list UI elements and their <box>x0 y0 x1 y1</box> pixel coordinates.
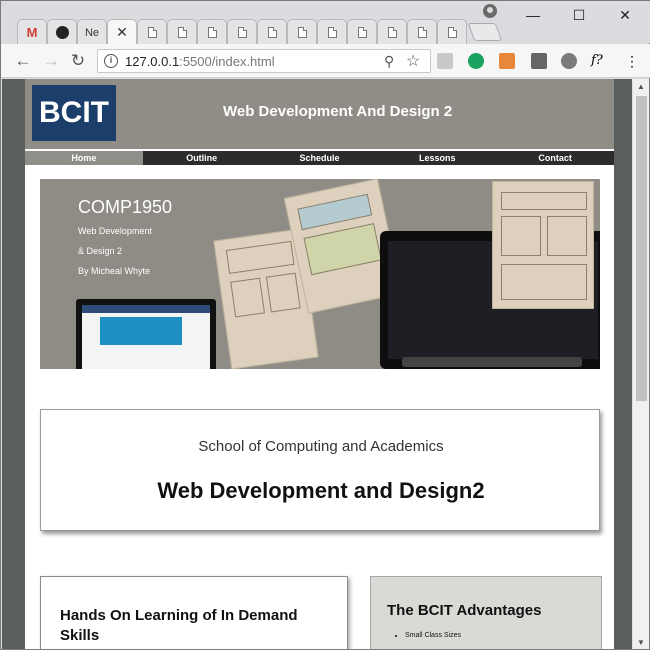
intro-box: School of Computing and Academics Web De… <box>40 409 600 531</box>
tab-active[interactable]: ✕ <box>107 19 137 45</box>
doc-icon <box>237 27 247 38</box>
dock-image <box>402 357 582 367</box>
tab-doc[interactable] <box>317 19 347 45</box>
laptop-screen-hero <box>100 317 182 345</box>
tab-doc[interactable] <box>377 19 407 45</box>
hero-line3: By Micheal Whyte <box>78 266 151 276</box>
site-title: Web Development And Design 2 <box>223 103 453 120</box>
sketch-box <box>230 277 265 318</box>
page-viewport: BCIT Web Development And Design 2 Home O… <box>2 79 632 649</box>
address-bar[interactable]: i 127.0.0.1:5500/index.html ⚲ ☆ <box>97 49 431 73</box>
grammarly-extension-icon[interactable] <box>468 53 484 69</box>
sketch-box <box>501 264 587 300</box>
advantages-list: Small Class Sizes <box>405 632 461 639</box>
tab-label: Ne <box>84 26 100 39</box>
back-arrow-icon[interactable]: ← <box>13 51 33 71</box>
tab-doc[interactable] <box>287 19 317 45</box>
hero-line2: & Design 2 <box>78 246 123 256</box>
intro-headline: Web Development and Design2 <box>157 478 485 503</box>
browser-window: M Ne ✕ — ☐ ✕ ← → ↻ i 127.0.0.1:5500/inde… <box>0 0 650 650</box>
nav-home[interactable]: Home <box>25 151 143 165</box>
url-path: :5500/index.html <box>179 54 275 69</box>
tab-strip: M Ne ✕ — ☐ ✕ <box>1 1 650 45</box>
doc-icon <box>297 27 307 38</box>
url-text[interactable]: 127.0.0.1:5500/index.html <box>125 54 275 69</box>
advantages-card: The BCIT Advantages Small Class Sizes <box>370 576 602 649</box>
extension-icon[interactable] <box>499 53 515 69</box>
hero-banner: COMP1950 Web Development & Design 2 By M… <box>40 179 600 369</box>
info-icon[interactable]: i <box>104 54 118 68</box>
doc-icon <box>387 27 397 38</box>
tab-doc[interactable] <box>167 19 197 45</box>
doc-icon <box>147 27 157 38</box>
function-extension-icon[interactable]: f? <box>591 53 607 69</box>
eyedropper-extension-icon[interactable] <box>531 53 547 69</box>
scroll-up-arrow-icon[interactable]: ▲ <box>637 82 645 91</box>
laptop-screen <box>82 305 210 369</box>
url-host: 127.0.0.1 <box>125 54 180 69</box>
minimize-button[interactable]: — <box>521 5 545 25</box>
sketch-box <box>547 216 587 256</box>
skills-card-title: Hands On Learning of In Demand Skills <box>60 607 298 644</box>
github-icon <box>55 26 69 39</box>
intro-subtitle: School of Computing and Academics <box>198 438 444 455</box>
reload-icon[interactable]: ↻ <box>68 51 88 71</box>
doc-icon <box>447 27 457 38</box>
menu-icon[interactable]: ⋮ <box>625 53 641 69</box>
sketch-paper <box>492 181 594 309</box>
nav-contact[interactable]: Contact <box>496 151 614 165</box>
sketch-box <box>303 223 382 276</box>
scroll-down-arrow-icon[interactable]: ▼ <box>637 638 645 647</box>
browser-toolbar: ← → ↻ i 127.0.0.1:5500/index.html ⚲ ☆ f?… <box>1 44 650 78</box>
tab-doc[interactable] <box>347 19 377 45</box>
tab-doc[interactable] <box>197 19 227 45</box>
pdf-extension-icon[interactable] <box>437 53 453 69</box>
zoom-icon[interactable]: ⚲ <box>384 53 394 70</box>
laptop-image <box>76 299 216 369</box>
maximize-button[interactable]: ☐ <box>567 5 591 25</box>
main-nav: Home Outline Schedule Lessons Contact <box>25 149 614 165</box>
tab-ne[interactable]: Ne <box>77 19 107 45</box>
gmail-icon: M <box>26 25 38 40</box>
forward-arrow-icon[interactable]: → <box>41 51 61 71</box>
sketch-box <box>501 216 541 256</box>
nav-schedule[interactable]: Schedule <box>261 151 379 165</box>
nav-lessons[interactable]: Lessons <box>378 151 496 165</box>
tab-doc[interactable] <box>407 19 437 45</box>
scrollbar-thumb[interactable] <box>636 96 647 401</box>
tab-doc[interactable] <box>437 19 467 45</box>
doc-icon <box>207 27 217 38</box>
close-icon[interactable]: ✕ <box>116 24 128 41</box>
advantages-card-title: The BCIT Advantages <box>387 602 542 619</box>
doc-icon <box>357 27 367 38</box>
tab-github[interactable] <box>47 19 77 45</box>
list-item: Small Class Sizes <box>405 632 461 639</box>
sketch-box <box>501 192 587 210</box>
doc-icon <box>327 27 337 38</box>
tab-gmail[interactable]: M <box>17 19 47 45</box>
doc-icon <box>417 27 427 38</box>
bcit-logo[interactable]: BCIT <box>32 85 116 141</box>
tab-doc[interactable] <box>137 19 167 45</box>
laptop-screen-header <box>82 305 210 313</box>
sketch-box <box>225 240 295 274</box>
close-window-button[interactable]: ✕ <box>613 5 637 25</box>
vertical-scrollbar[interactable]: ▲ ▼ <box>632 79 649 649</box>
web-page: BCIT Web Development And Design 2 Home O… <box>25 79 614 649</box>
hero-line1: Web Development <box>78 226 152 236</box>
nav-outline[interactable]: Outline <box>143 151 261 165</box>
profile-icon[interactable] <box>483 4 497 18</box>
settings-extension-icon[interactable] <box>561 53 577 69</box>
site-header: BCIT Web Development And Design 2 <box>25 79 614 149</box>
doc-icon <box>267 27 277 38</box>
tab-doc[interactable] <box>257 19 287 45</box>
doc-icon <box>177 27 187 38</box>
sketch-box <box>265 272 301 313</box>
course-code: COMP1950 <box>78 197 173 217</box>
bookmark-star-icon[interactable]: ☆ <box>406 51 420 71</box>
skills-card: Hands On Learning of In Demand Skills <box>40 576 348 649</box>
tab-doc[interactable] <box>227 19 257 45</box>
new-tab-button[interactable] <box>467 23 503 41</box>
